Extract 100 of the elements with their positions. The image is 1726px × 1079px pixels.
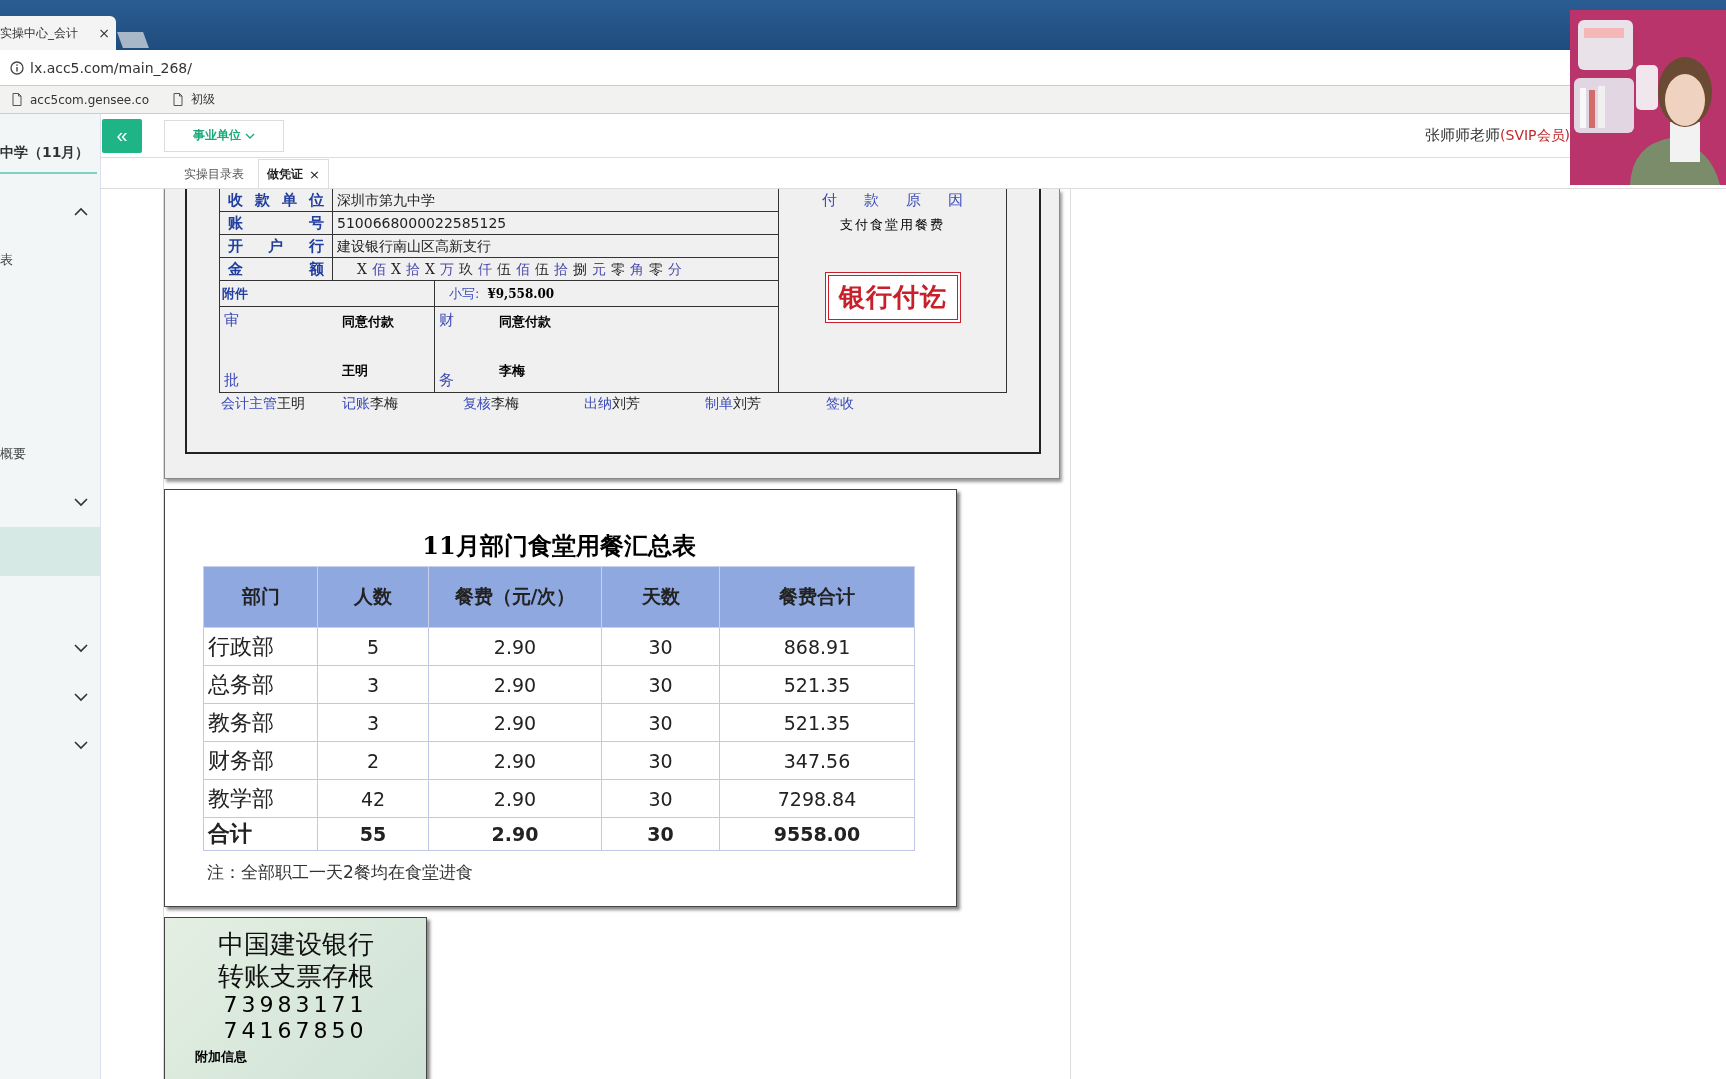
table-cell: 5 <box>317 627 429 666</box>
table-title: 11月部门食堂用餐汇总表 <box>421 530 697 562</box>
page-tab[interactable]: 实操目录表 <box>176 160 252 188</box>
small-amount: ¥9,558.00 <box>487 286 555 301</box>
table-cell: 2.90 <box>428 779 602 818</box>
table-cell: 合计 <box>203 817 318 851</box>
amount-digit: 伍 <box>534 260 549 279</box>
amount-unit: 拾 <box>405 260 420 279</box>
user-name: 张师师老师 <box>1425 126 1501 145</box>
bookmark-link[interactable]: 初级 <box>173 91 215 108</box>
chevron-down-icon <box>74 644 88 654</box>
browser-tab[interactable]: 实操中心_会计 × <box>0 16 116 50</box>
close-tab-button[interactable]: × <box>309 166 320 182</box>
amount-digit: X <box>390 260 401 279</box>
signature-field: 记账李梅 <box>342 395 463 413</box>
approval-opinion: 同意付款 <box>342 313 394 331</box>
table-cell: 教学部 <box>203 779 318 818</box>
table-cell: 财务部 <box>203 741 318 780</box>
close-tab-button[interactable]: × <box>98 25 110 41</box>
reason-text: 支付食堂用餐费 <box>840 216 945 234</box>
column-header: 餐费（元/次） <box>428 566 602 628</box>
table-cell: 教务部 <box>203 703 318 742</box>
table-cell: 2.90 <box>428 665 602 704</box>
page-icon <box>173 93 183 106</box>
table-cell: 9558.00 <box>719 817 915 851</box>
column-header: 餐费合计 <box>719 566 915 628</box>
approval-opinion: 同意付款 <box>499 313 551 331</box>
column-header: 人数 <box>317 566 429 628</box>
field-value: 5100668000022585125 <box>336 214 508 233</box>
table-cell: 30 <box>601 703 720 742</box>
signature: 王明 <box>342 362 368 380</box>
table-cell: 521.35 <box>719 703 915 742</box>
amount-unit: 佰 <box>515 260 530 279</box>
table-cell: 2.90 <box>428 741 602 780</box>
sidebar-item[interactable]: 概要 <box>0 429 100 479</box>
table-cell: 521.35 <box>719 665 915 704</box>
member-level-label: (SVIP会员) <box>1500 126 1570 145</box>
field-label: 开 户 行 <box>220 235 333 257</box>
table-cell: 30 <box>601 665 720 704</box>
reason-label: 付 款 原 因 <box>822 191 963 210</box>
sign-label: 财 <box>439 311 454 330</box>
signature-field: 复核李梅 <box>463 395 584 413</box>
amount-digit: 零 <box>648 260 663 279</box>
table-cell: 347.56 <box>719 741 915 780</box>
chevron-down-icon <box>74 692 88 702</box>
amount-unit: 万 <box>439 260 454 279</box>
amount-digit: 捌 <box>572 260 587 279</box>
amount-digit: X <box>357 260 367 279</box>
stub-title: 转账支票存根 <box>217 960 374 992</box>
paid-stamp: 银行付讫 <box>824 272 961 323</box>
field-value: 深圳市第九中学 <box>336 191 436 210</box>
signature-field: 制单刘芳 <box>705 395 826 413</box>
info-icon <box>10 60 24 75</box>
table-cell: 2.90 <box>428 817 602 851</box>
check-number: 74167850 <box>223 1018 368 1044</box>
field-label: 收 款 单 位 <box>220 189 333 211</box>
sidebar-item[interactable] <box>0 527 100 576</box>
table-cell: 30 <box>601 817 720 851</box>
sign-label: 务 <box>439 371 454 390</box>
page-tab[interactable]: 做凭证 × <box>258 159 329 188</box>
amount-digit: 伍 <box>496 260 511 279</box>
new-tab-button[interactable] <box>117 32 149 48</box>
table-cell: 2.90 <box>428 627 602 666</box>
table-cell: 30 <box>601 741 720 780</box>
caret-icon <box>245 132 255 139</box>
bank-name: 中国建设银行 <box>217 928 374 960</box>
check-number: 73983171 <box>223 992 368 1018</box>
amount-unit: 元 <box>591 260 606 279</box>
table-note: 注：全部职工一天2餐均在食堂进食 <box>206 861 474 884</box>
table-cell: 7298.84 <box>719 779 915 818</box>
table-cell: 2.90 <box>428 703 602 742</box>
signature-field: 出纳刘芳 <box>584 395 705 413</box>
attachment-label: 附件 <box>220 281 435 306</box>
amount-unit: 仟 <box>477 260 492 279</box>
table-cell: 55 <box>317 817 429 851</box>
table-cell: 3 <box>317 703 429 742</box>
table-cell: 30 <box>601 779 720 818</box>
amount-unit: 拾 <box>553 260 568 279</box>
table-cell: 2 <box>317 741 429 780</box>
field-value: 建设银行南山区高新支行 <box>336 237 492 256</box>
amount-digit: X <box>424 260 435 279</box>
field-label: 金 额 <box>220 258 333 280</box>
amount-digit: 玖 <box>458 260 473 279</box>
table-cell: 868.91 <box>719 627 915 666</box>
sign-label: 批 <box>224 371 239 390</box>
page-icon <box>12 93 22 106</box>
table-cell: 行政部 <box>203 627 318 666</box>
table-cell: 42 <box>317 779 429 818</box>
sidebar-item[interactable]: 表 <box>0 235 100 285</box>
signature-field: 签收 <box>826 395 947 413</box>
bookmark-link[interactable]: acc5com.gensee.co <box>12 92 149 107</box>
sign-label: 审 <box>224 311 239 330</box>
amount-unit: 分 <box>667 260 682 279</box>
amount-digit: 零 <box>610 260 625 279</box>
extra-info-label: 附加信息 <box>195 1048 247 1066</box>
signature-field: 会计主管王明 <box>221 395 342 413</box>
chevron-up-icon <box>74 206 88 216</box>
column-header: 部门 <box>203 566 318 628</box>
table-cell: 30 <box>601 627 720 666</box>
amount-unit: 角 <box>629 260 644 279</box>
